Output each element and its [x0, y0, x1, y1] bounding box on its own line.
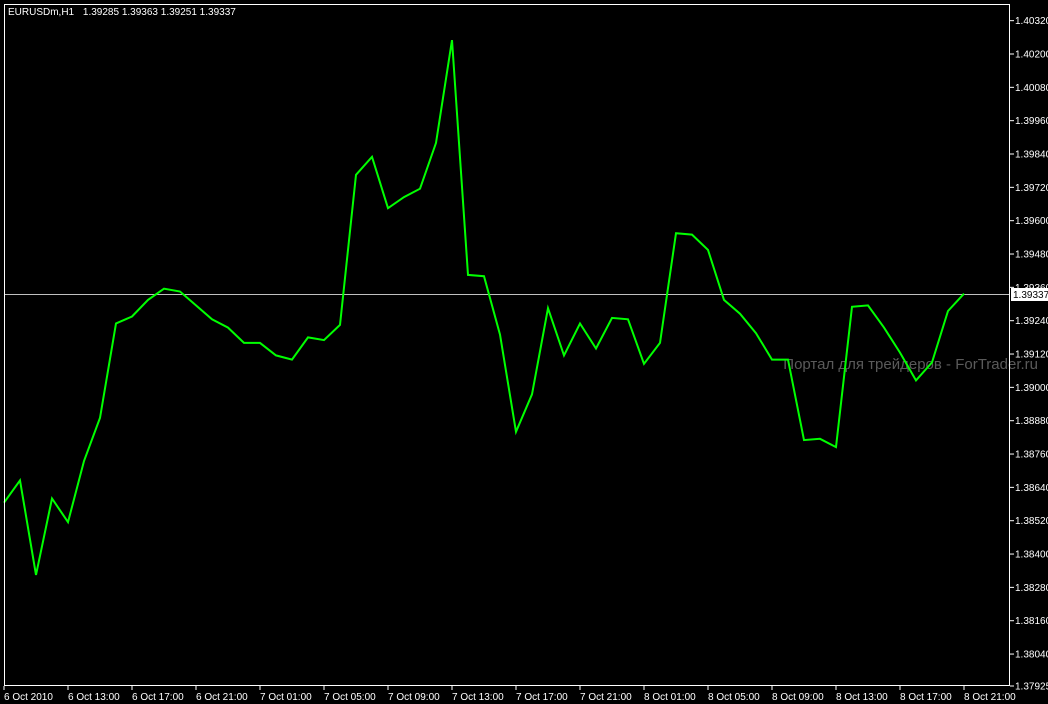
x-tick-label: 8 Oct 09:00 [772, 692, 824, 703]
y-tick-label: 1.37925 [1015, 682, 1048, 693]
y-tick-label: 1.39120 [1015, 350, 1048, 361]
x-tick-label: 7 Oct 17:00 [516, 692, 568, 703]
y-tick-label: 1.38520 [1015, 516, 1048, 527]
x-tick-label: 7 Oct 09:00 [388, 692, 440, 703]
y-tick-label: 1.38160 [1015, 616, 1048, 627]
x-tick-label: 7 Oct 01:00 [260, 692, 312, 703]
y-tick-label: 1.39720 [1015, 183, 1048, 194]
y-tick-label: 1.39960 [1015, 116, 1048, 127]
y-tick-label: 1.39240 [1015, 316, 1048, 327]
x-tick-label: 8 Oct 05:00 [708, 692, 760, 703]
y-tick-label: 1.40200 [1015, 50, 1048, 61]
y-tick-label: 1.39840 [1015, 150, 1048, 161]
y-tick-label: 1.38760 [1015, 450, 1048, 461]
price-chart[interactable]: Портал для трейдеров - ForTrader.ru 1.40… [0, 0, 1048, 704]
ohlc-values: 1.39285 1.39363 1.39251 1.39337 [83, 7, 236, 18]
y-tick-label: 1.40080 [1015, 83, 1048, 94]
current-price-label: 1.39337 [1013, 290, 1048, 301]
y-tick-label: 1.39000 [1015, 383, 1048, 394]
y-tick-label: 1.39600 [1015, 216, 1048, 227]
x-tick-label: 8 Oct 13:00 [836, 692, 888, 703]
x-tick-label: 8 Oct 21:00 [964, 692, 1016, 703]
x-tick-label: 8 Oct 17:00 [900, 692, 952, 703]
current-price-box: 1.39337 [1011, 288, 1048, 301]
y-tick-label: 1.38400 [1015, 550, 1048, 561]
x-tick-label: 6 Oct 2010 [4, 692, 53, 703]
chart-header: EURUSDm,H1 1.39285 1.39363 1.39251 1.393… [8, 7, 236, 18]
x-tick-label: 7 Oct 05:00 [324, 692, 376, 703]
x-tick-label: 6 Oct 21:00 [196, 692, 248, 703]
y-tick-label: 1.38280 [1015, 583, 1048, 594]
y-tick-label: 1.38880 [1015, 416, 1048, 427]
x-tick-label: 6 Oct 17:00 [132, 692, 184, 703]
y-tick-label: 1.40320 [1015, 16, 1048, 27]
x-tick-label: 6 Oct 13:00 [68, 692, 120, 703]
chart-background [0, 0, 1048, 704]
y-axis: 1.40320 1.40200 1.40080 1.39960 1.39840 1.397… [1010, 16, 1048, 693]
x-tick-label: 7 Oct 13:00 [452, 692, 504, 703]
y-tick-label: 1.39480 [1015, 250, 1048, 261]
symbol-label: EURUSDm,H1 [8, 7, 75, 18]
x-tick-label: 8 Oct 01:00 [644, 692, 696, 703]
x-tick-label: 7 Oct 21:00 [580, 692, 632, 703]
y-tick-label: 1.38040 [1015, 650, 1048, 661]
y-tick-label: 1.38640 [1015, 483, 1048, 494]
